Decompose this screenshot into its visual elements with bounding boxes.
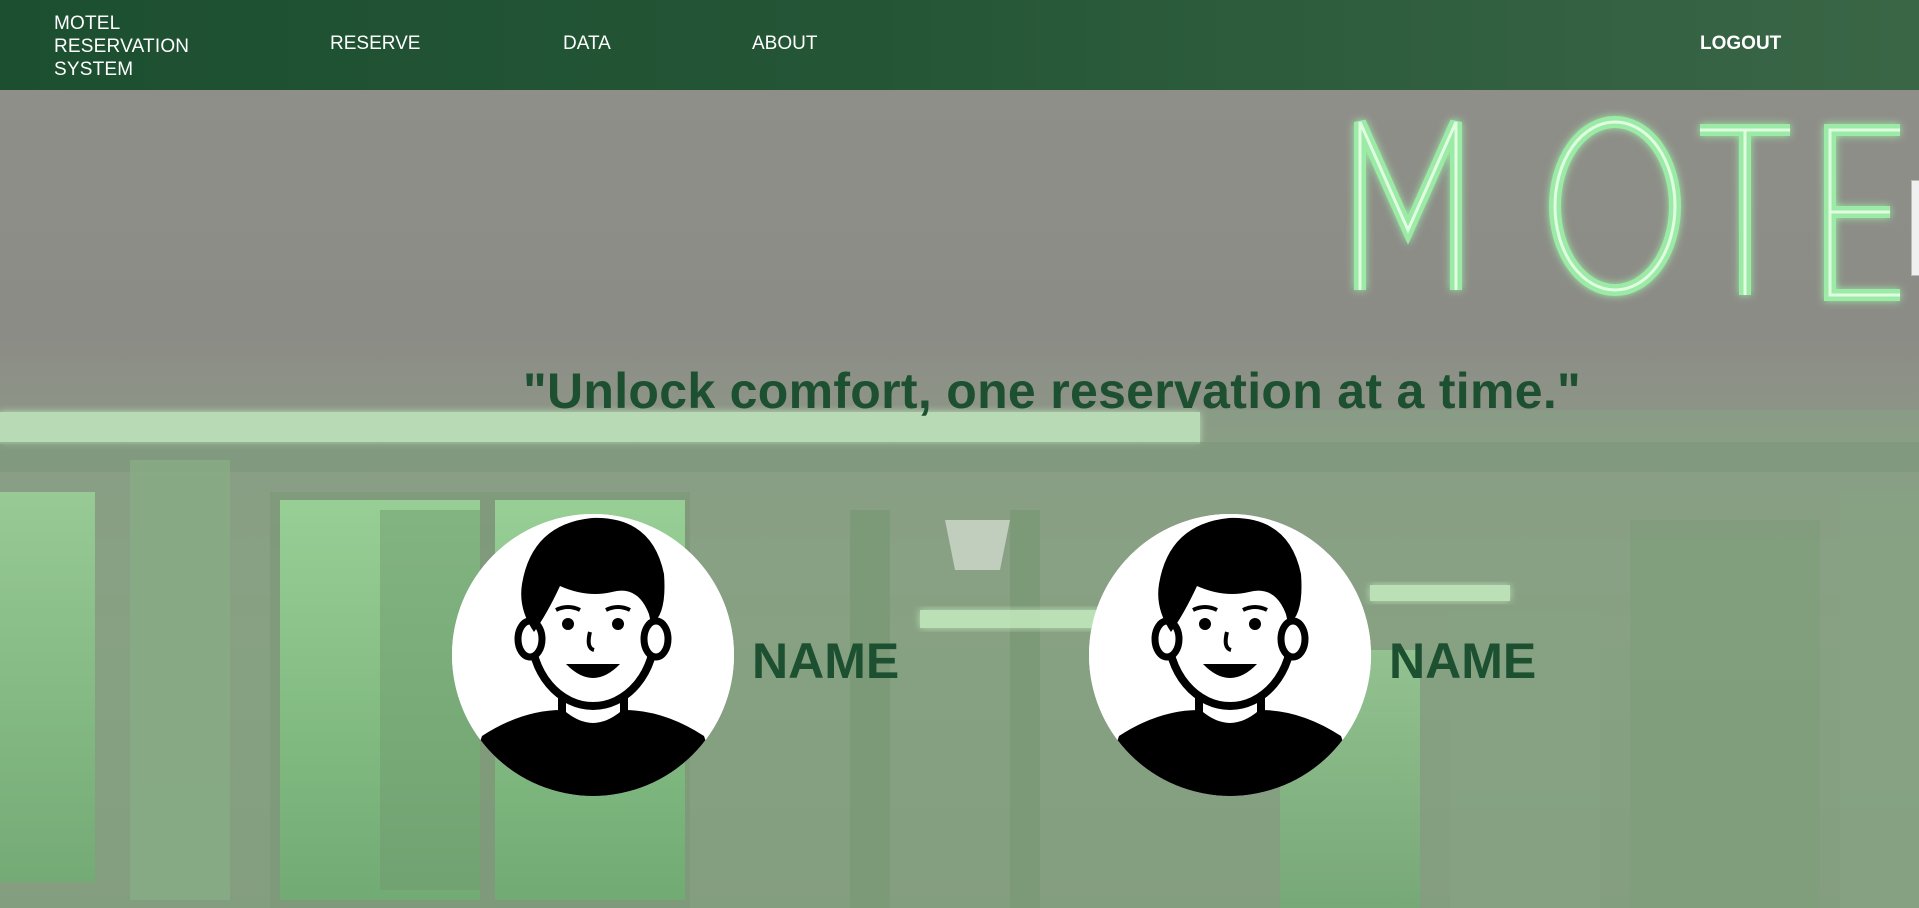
- nav-link-about[interactable]: ABOUT: [752, 33, 817, 55]
- motel-background-image: [0, 116, 1919, 908]
- brand-title[interactable]: MOTEL RESERVATION SYSTEM: [54, 12, 224, 81]
- nav-link-reserve[interactable]: RESERVE: [330, 33, 420, 55]
- scrollbar-stub[interactable]: [1911, 180, 1919, 276]
- person-avatar-icon: [1089, 514, 1371, 796]
- team-member-name: NAME: [752, 633, 900, 689]
- top-navbar: MOTEL RESERVATION SYSTEM RESERVE DATA AB…: [0, 0, 1919, 90]
- logout-button[interactable]: LOGOUT: [1700, 33, 1781, 55]
- hero-background: [0, 90, 1919, 908]
- nav-link-data[interactable]: DATA: [563, 33, 611, 55]
- team-member-name: NAME: [1389, 633, 1537, 689]
- hero-tagline: "Unlock comfort, one reservation at a ti…: [522, 363, 1582, 419]
- person-avatar-icon: [452, 514, 734, 796]
